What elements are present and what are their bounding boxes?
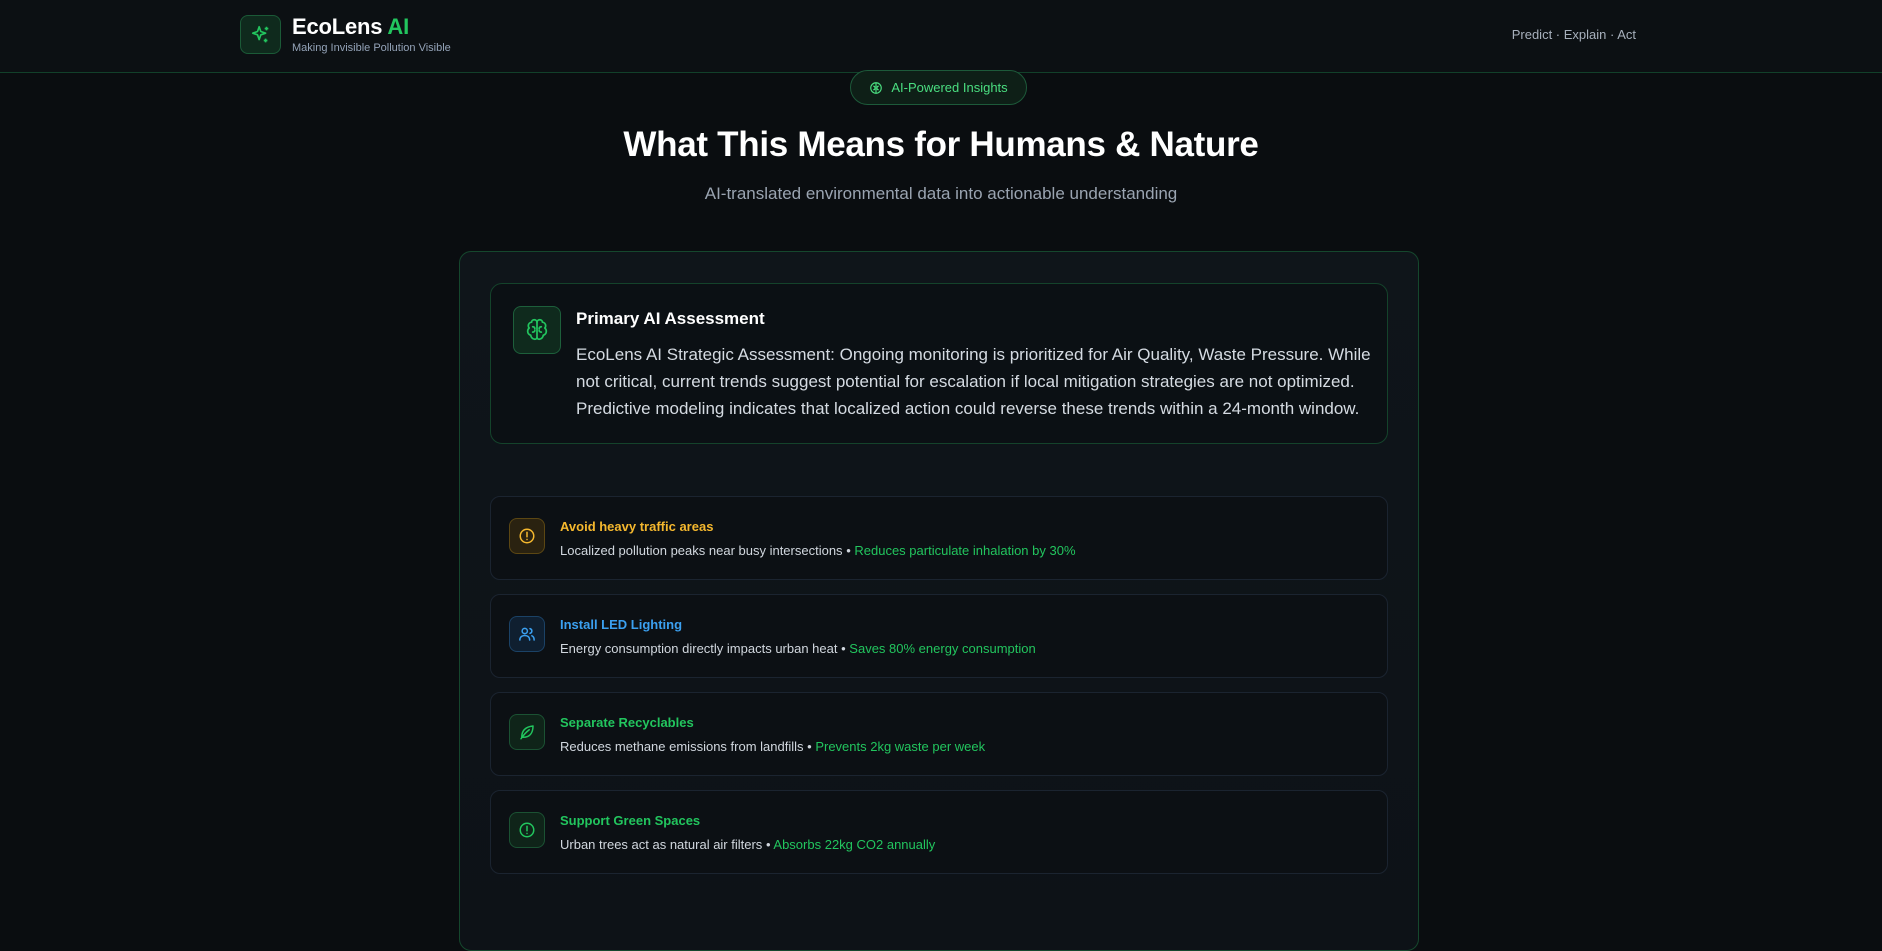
action-description: Urban trees act as natural air filters •… <box>560 837 936 852</box>
nav-tagline: Predict · Explain · Act <box>1511 27 1636 42</box>
brain-icon <box>513 306 561 354</box>
brand-name: EcoLens AI <box>292 14 410 39</box>
assessment-title: Primary AI Assessment <box>576 309 765 328</box>
action-title: Separate Recyclables <box>560 715 694 730</box>
brain-icon <box>870 81 883 94</box>
badge-label: AI-Powered Insights <box>891 80 1008 95</box>
page-title: What This Means for Humans & Nature <box>623 125 1259 164</box>
action-description: Energy consumption directly impacts urba… <box>560 641 1036 656</box>
action-title: Install LED Lighting <box>560 617 683 632</box>
brand[interactable]: EcoLens AI Making Invisible Pollution Vi… <box>240 15 451 54</box>
alert-circle-icon <box>509 518 545 554</box>
action-card[interactable]: Separate Recyclables Reduces methane emi… <box>490 692 1388 776</box>
action-title: Support Green Spaces <box>560 813 701 828</box>
leaf-icon <box>509 714 545 750</box>
alert-circle-icon <box>509 812 545 848</box>
action-impact: Reduces particulate inhalation by 30% <box>854 543 1076 558</box>
action-impact: Prevents 2kg waste per week <box>815 739 986 754</box>
action-card[interactable]: Support Green Spaces Urban trees act as … <box>490 790 1388 874</box>
action-impact: Saves 80% energy consumption <box>849 641 1036 656</box>
action-card[interactable]: Avoid heavy traffic areas Localized poll… <box>490 496 1388 580</box>
action-description: Localized pollution peaks near busy inte… <box>560 543 1076 558</box>
action-description: Reduces methane emissions from landfills… <box>560 739 986 754</box>
primary-assessment-card: Primary AI Assessment EcoLens AI Strateg… <box>490 283 1388 444</box>
users-icon <box>509 616 545 652</box>
assessment-body: EcoLens AI Strategic Assessment: Ongoing… <box>576 345 1371 418</box>
brand-tagline: Making Invisible Pollution Visible <box>292 42 451 54</box>
top-navbar: EcoLens AI Making Invisible Pollution Vi… <box>0 0 1882 73</box>
action-impact: Absorbs 22kg CO2 annually <box>773 837 936 852</box>
insights-panel: Primary AI Assessment EcoLens AI Strateg… <box>459 251 1419 951</box>
action-title: Avoid heavy traffic areas <box>560 519 714 534</box>
sparkles-icon <box>240 15 281 54</box>
ai-insights-badge: AI-Powered Insights <box>850 70 1027 105</box>
page-subtitle: AI-translated environmental data into ac… <box>704 184 1178 203</box>
action-card[interactable]: Install LED Lighting Energy consumption … <box>490 594 1388 678</box>
